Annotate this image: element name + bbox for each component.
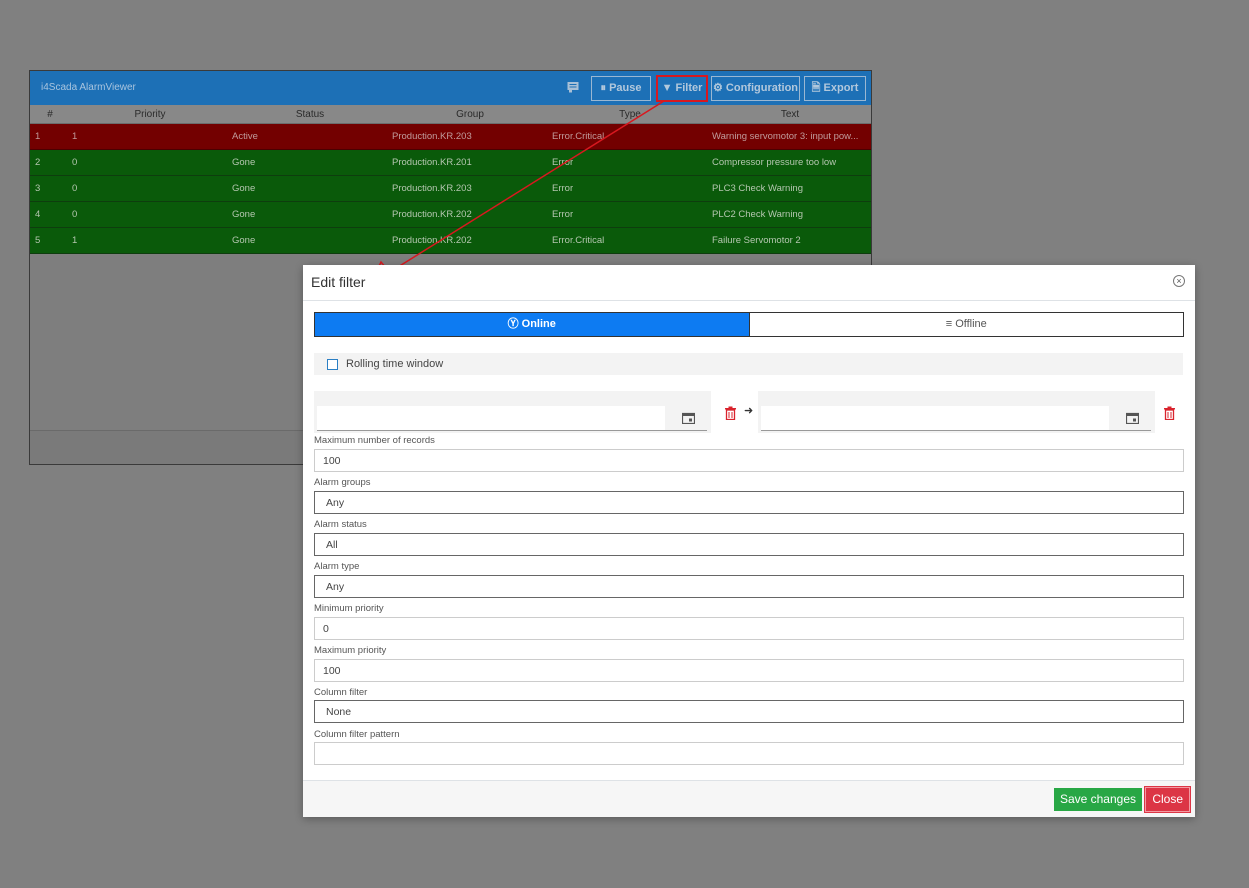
modal-footer: Save changes Close (303, 780, 1195, 817)
table-row[interactable]: 5 1 Gone Production.KR.202 Error.Critica… (30, 228, 871, 254)
cell-text: Failure Servomotor 2 (712, 235, 801, 246)
cell-text: PLC2 Check Warning (712, 209, 803, 220)
cell-num: 1 (35, 131, 41, 142)
cell-status: Gone (232, 157, 256, 168)
cell-status: Gone (232, 209, 256, 220)
cell-num: 5 (35, 235, 41, 246)
trash-icon[interactable] (724, 406, 737, 420)
table-row[interactable]: 2 0 Gone Production.KR.201 Error Compres… (30, 150, 871, 176)
rolling-time-window-row: Rolling time window (314, 353, 1183, 375)
table-row[interactable]: 3 0 Gone Production.KR.203 Error PLC3 Ch… (30, 176, 871, 202)
filter-icon: ▼ (661, 82, 673, 94)
table-row[interactable]: 1 1 Active Production.KR.203 Error.Criti… (30, 124, 871, 150)
close-icon[interactable]: × (1173, 275, 1185, 287)
cell-text: Compressor pressure too low (712, 157, 837, 168)
edit-filter-dialog: Edit filter × Ⓨ Online ≡ Offline Rolling… (303, 265, 1195, 817)
max-records-label: Maximum number of records (314, 435, 435, 446)
close-button[interactable]: Close (1145, 787, 1190, 812)
max-priority-label: Maximum priority (314, 645, 387, 656)
min-priority-label: Minimum priority (314, 603, 384, 614)
save-changes-button[interactable]: Save changes (1053, 788, 1142, 811)
cell-priority: 1 (72, 131, 78, 142)
filter-button[interactable]: ▼ Filter (656, 75, 708, 102)
column-header[interactable]: Type (550, 109, 710, 120)
min-priority-input[interactable]: 0 (314, 617, 1184, 640)
column-filter-pattern-input[interactable] (314, 742, 1184, 765)
cell-group: Production.KR.203 (392, 183, 472, 194)
column-filter-select[interactable]: None (314, 700, 1184, 723)
start-date-picker-button[interactable] (665, 406, 707, 431)
cell-group: Production.KR.202 (392, 235, 472, 246)
cell-type: Error (552, 183, 574, 194)
column-header[interactable]: Text (710, 109, 870, 120)
cell-text: PLC3 Check Warning (712, 183, 803, 194)
pause-icon: ⏸ (600, 82, 607, 94)
cell-num: 3 (35, 183, 41, 194)
cell-num: 4 (35, 209, 41, 220)
alarm-status-label: Alarm status (314, 519, 367, 530)
cell-status: Gone (232, 235, 256, 246)
rolling-time-window-label: Rolling time window (346, 358, 444, 370)
calendar-icon (1126, 412, 1139, 424)
export-button[interactable]: 🗎 Export (804, 76, 866, 101)
mode-tabs: Ⓨ Online ≡ Offline (314, 312, 1184, 337)
cell-group: Production.KR.203 (392, 131, 472, 142)
max-priority-input[interactable]: 100 (314, 659, 1184, 682)
end-date-group (758, 391, 1155, 433)
pause-button[interactable]: ⏸ Pause (591, 76, 651, 101)
modal-title: Edit filter (311, 274, 366, 290)
column-filter-label: Column filter (314, 687, 368, 698)
cell-type: Error (552, 157, 574, 168)
calendar-icon (682, 412, 695, 424)
alarm-groups-select[interactable]: Any (314, 491, 1184, 514)
column-header[interactable]: Status (230, 109, 390, 120)
export-icon: 🗎 (811, 82, 821, 94)
column-header[interactable]: Group (390, 109, 550, 120)
cell-text: Warning servomotor 3: input pow... (712, 131, 859, 142)
tab-offline[interactable]: ≡ Offline (748, 313, 1183, 336)
start-date-group (314, 391, 711, 433)
online-icon: Ⓨ (507, 318, 519, 330)
viewer-title: i4Scada AlarmViewer (41, 82, 136, 93)
alarm-type-label: Alarm type (314, 561, 360, 572)
cell-status: Active (232, 131, 258, 142)
cell-type: Error (552, 209, 574, 220)
gear-icon: ⚙ (712, 82, 723, 94)
cell-group: Production.KR.202 (392, 209, 472, 220)
viewer-header: i4Scada AlarmViewer ⏸ Pause ▼ Filter ⚙ C… (30, 71, 871, 105)
alarm-groups-label: Alarm groups (314, 477, 371, 488)
message-icon[interactable] (567, 81, 579, 93)
table-header: # Priority Status Group Type Text (30, 105, 871, 124)
cell-priority: 0 (72, 209, 78, 220)
column-header[interactable]: Priority (70, 109, 230, 120)
max-records-input[interactable]: 100 (314, 449, 1184, 472)
configuration-button[interactable]: ⚙ Configuration (711, 76, 800, 101)
column-header[interactable]: # (30, 109, 70, 120)
table-row[interactable]: 4 0 Gone Production.KR.202 Error PLC2 Ch… (30, 202, 871, 228)
end-date-picker-button[interactable] (1109, 406, 1151, 431)
cell-group: Production.KR.201 (392, 157, 472, 168)
alarm-status-select[interactable]: All (314, 533, 1184, 556)
offline-icon: ≡ (945, 318, 953, 330)
cell-type: Error.Critical (552, 235, 605, 246)
cell-num: 2 (35, 157, 41, 168)
modal-header: Edit filter × (303, 265, 1195, 301)
start-date-input[interactable] (317, 406, 665, 431)
cell-type: Error.Critical (552, 131, 605, 142)
alarm-type-select[interactable]: Any (314, 575, 1184, 598)
cell-priority: 0 (72, 183, 78, 194)
trash-icon[interactable] (1163, 406, 1176, 420)
rolling-time-window-checkbox[interactable] (327, 359, 338, 370)
cell-status: Gone (232, 183, 256, 194)
column-filter-pattern-label: Column filter pattern (314, 729, 400, 740)
end-date-input[interactable] (761, 406, 1109, 431)
cell-priority: 0 (72, 157, 78, 168)
tab-online[interactable]: Ⓨ Online (315, 313, 749, 336)
arrow-right-icon: ➜ (744, 405, 754, 417)
cell-priority: 1 (72, 235, 78, 246)
